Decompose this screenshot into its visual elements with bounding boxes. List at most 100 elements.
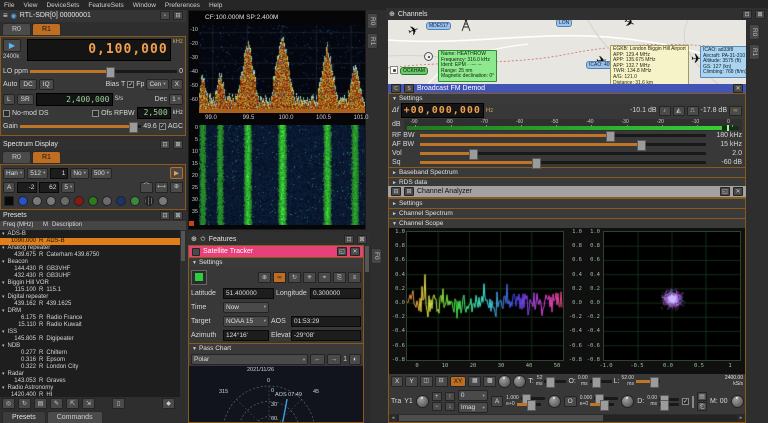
- preset-group[interactable]: ▾Analog repeater: [0, 245, 180, 252]
- center-frequency-display[interactable]: 0,100,000: [27, 39, 171, 61]
- menu-item-help[interactable]: Help: [209, 2, 222, 9]
- rfbw-slider[interactable]: [420, 134, 706, 137]
- link-icon[interactable]: ∞: [729, 106, 742, 116]
- grid-icon[interactable]: ▦: [468, 376, 481, 387]
- trace-color-swatch[interactable]: [692, 396, 694, 408]
- menu-item-preferences[interactable]: Preferences: [165, 2, 200, 9]
- prev-pass-button[interactable]: ←: [310, 354, 325, 365]
- trace-del-icon[interactable]: −: [432, 402, 442, 411]
- close-icon[interactable]: ✕: [350, 247, 360, 256]
- satellite-list-icon[interactable]: ≡: [348, 272, 361, 283]
- split-h-icon[interactable]: ◫: [420, 376, 433, 387]
- features-side-tab-f0[interactable]: F0: [371, 248, 382, 264]
- slider-handle[interactable]: [469, 149, 478, 160]
- refresh-rate-select[interactable]: 500▾: [91, 168, 112, 179]
- presets-list[interactable]: ▾ADS-B1090.000RADS-B▾Analog repeater439.…: [0, 230, 180, 397]
- spectrum-play-button[interactable]: ▶: [170, 167, 183, 179]
- preset-group[interactable]: ▾Digital repeater: [0, 294, 180, 301]
- trace-add-icon[interactable]: +: [432, 392, 442, 401]
- undock-icon[interactable]: ◱: [337, 247, 347, 256]
- tab-presets[interactable]: Presets: [2, 411, 46, 423]
- preset-group[interactable]: ▾Biggin Hill VOR: [0, 280, 180, 287]
- refresh-icon[interactable]: ↻: [18, 398, 31, 409]
- slider-handle[interactable]: [637, 140, 646, 151]
- preset-item[interactable]: 15.110RRadio Kuwait: [0, 322, 180, 329]
- fft-window-select[interactable]: Han▾: [3, 168, 25, 179]
- amp-button[interactable]: A: [491, 396, 503, 407]
- preset-item[interactable]: 145.805RDigipeater: [0, 336, 180, 343]
- preset-group[interactable]: ▾Beacon: [0, 259, 180, 266]
- preset-item[interactable]: 143.053RGraves: [0, 378, 180, 385]
- scope-xy-button[interactable]: XY: [450, 376, 467, 387]
- amp-knob[interactable]: [548, 395, 561, 408]
- split-v-icon[interactable]: ⊟: [435, 376, 448, 387]
- preset-item[interactable]: 0.277RChiltern: [0, 350, 180, 357]
- window-icon[interactable]: [192, 248, 200, 256]
- fm-baseband-spectrum-section[interactable]: ►Baseband Spectrum: [389, 167, 745, 177]
- rotator-icon[interactable]: ⌖: [318, 272, 331, 283]
- agc-checkbox[interactable]: ✓: [159, 123, 166, 130]
- radio-tower-icon[interactable]: [460, 20, 472, 32]
- export-icon[interactable]: ⇱: [66, 398, 79, 409]
- trigger-knob[interactable]: [513, 375, 526, 388]
- preset-item[interactable]: 432.430RGB3UHF: [0, 273, 180, 280]
- nomod-checkbox[interactable]: [3, 110, 10, 117]
- frequency-scale-bar[interactable]: [199, 109, 365, 113]
- longitude-field[interactable]: 0.300000: [310, 288, 361, 299]
- fft-size-select[interactable]: 512▾: [27, 168, 48, 179]
- map-control[interactable]: [390, 66, 398, 74]
- channel-c-icon[interactable]: C: [391, 84, 401, 93]
- fc-position-select[interactable]: Cen▾: [146, 79, 168, 90]
- gain-slider[interactable]: [20, 125, 141, 128]
- start-stop-button[interactable]: ▶: [3, 39, 21, 52]
- features-scrollbar[interactable]: [364, 245, 370, 423]
- import-icon[interactable]: ⇲: [82, 398, 95, 409]
- fm-demod-titlebar[interactable]: C S Broadcast FM Demod ✕: [388, 84, 746, 93]
- lock-srate-button[interactable]: L: [3, 94, 15, 105]
- save-trace-icon[interactable]: ▤: [697, 392, 707, 401]
- edit-icon[interactable]: ✎: [50, 398, 63, 409]
- file-icon[interactable]: ⎘: [333, 272, 346, 283]
- start-tracker-button[interactable]: [191, 270, 207, 285]
- audio-select-icon[interactable]: ⎍: [687, 106, 699, 116]
- averaging-stepper[interactable]: 1: [50, 168, 68, 179]
- trace-channel-select[interactable]: 0▾: [458, 390, 488, 401]
- add-channel-icon[interactable]: ⊕: [389, 10, 395, 18]
- channel-scope-section[interactable]: ▼Channel Scope: [389, 218, 745, 228]
- preset-item[interactable]: 439.675RCaterham 439.6750: [0, 252, 180, 259]
- save-icon[interactable]: ▤: [34, 398, 47, 409]
- spectrum-plot[interactable]: [199, 25, 365, 109]
- trace-select-knob[interactable]: [416, 395, 429, 408]
- update-tle-icon[interactable]: ↻: [288, 272, 301, 283]
- menu-item-devicesets[interactable]: DeviceSets: [46, 2, 79, 9]
- histogram-button[interactable]: [74, 196, 84, 206]
- preset-item[interactable]: 115.100R115.1: [0, 287, 180, 294]
- col-description[interactable]: Description: [52, 222, 82, 228]
- waterfall-button[interactable]: [88, 196, 98, 206]
- horizontal-scrollbar[interactable]: ◂ ▸: [389, 414, 745, 422]
- channels-side-tab-r1[interactable]: R1: [749, 44, 760, 60]
- ofs-exp-slider[interactable]: [590, 403, 614, 406]
- menu-item-window[interactable]: Window: [133, 2, 156, 9]
- avg-mode-select[interactable]: No▾: [70, 168, 89, 179]
- iq-button[interactable]: IQ: [39, 79, 54, 90]
- trace-mode-select[interactable]: Imag▾: [458, 402, 488, 413]
- tab-commands[interactable]: Commands: [47, 411, 103, 423]
- trace-down-icon[interactable]: ↓: [445, 402, 455, 411]
- preset-item[interactable]: 0.322RLondon City: [0, 364, 180, 371]
- channel-analyzer-titlebar[interactable]: ⊟ ⊞ Channel Analyzer ◱ ✕: [388, 186, 746, 197]
- offset-button[interactable]: O: [564, 396, 577, 407]
- target-icon[interactable]: ◎: [2, 398, 15, 409]
- max-hold-button[interactable]: [60, 196, 70, 206]
- memory-knob[interactable]: [731, 395, 744, 408]
- channel-c-icon[interactable]: ⊟: [391, 187, 401, 196]
- shrink-icon[interactable]: ⊟: [173, 11, 183, 20]
- decay-select[interactable]: 5▾: [61, 182, 75, 193]
- sat-settings-section[interactable]: ▼Settings: [189, 257, 363, 267]
- time-select[interactable]: Now▾: [223, 302, 269, 313]
- dc-button[interactable]: DC: [19, 79, 36, 90]
- amp-exp-slider[interactable]: [517, 403, 541, 406]
- preset-group[interactable]: ▾Radar: [0, 371, 180, 378]
- ofs-knob[interactable]: [621, 395, 634, 408]
- delta-frequency-display[interactable]: +00,000,000: [401, 103, 484, 118]
